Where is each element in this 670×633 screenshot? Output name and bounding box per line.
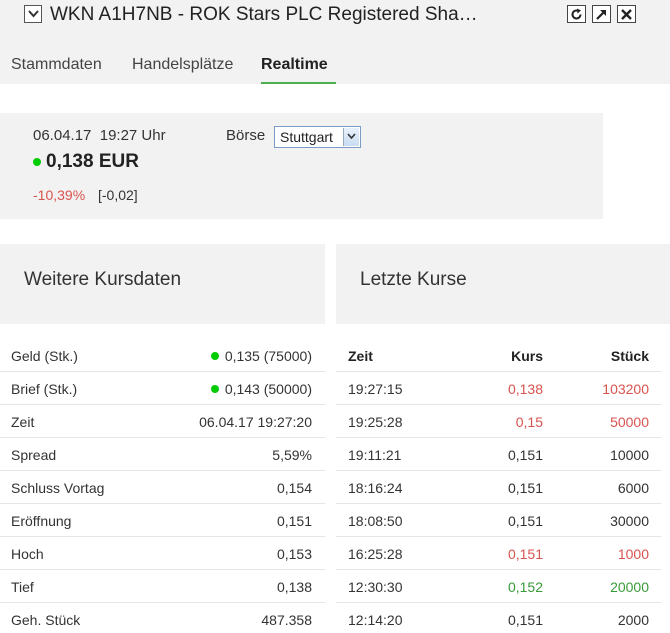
cell-zeit: 19:25:28 — [348, 414, 403, 430]
collapse-button[interactable] — [24, 5, 42, 23]
letzte-kurse-panel-header: Letzte Kurse — [336, 244, 670, 324]
tab-realtime[interactable]: Realtime — [261, 56, 328, 74]
kursdaten-value: 0,151 — [276, 513, 312, 529]
chevron-down-icon — [347, 133, 356, 139]
select-arrow[interactable] — [343, 128, 359, 146]
cell-kurs: 0,151 — [507, 612, 543, 628]
table-row: 18:16:24 0,151 6000 — [336, 471, 661, 504]
kursdaten-label: Brief (Stk.) — [11, 381, 78, 397]
cell-zeit: 16:25:28 — [348, 546, 403, 562]
quote-price: 0,138 EUR — [46, 151, 139, 172]
status-dot — [210, 385, 219, 393]
cell-kurs: 0,151 — [507, 480, 543, 496]
kursdaten-label: Zeit — [11, 414, 35, 430]
kursdaten-value: 0,135 (75000) — [210, 348, 312, 364]
popout-icon — [596, 10, 606, 20]
cell-stueck: 1000 — [617, 546, 649, 562]
cell-stueck: 50000 — [610, 414, 649, 430]
quote-change-absolute: [-0,02] — [98, 187, 138, 203]
kursdaten-value: 487.358 — [261, 612, 312, 628]
column-header-stueck: Stück — [610, 348, 649, 364]
status-dot — [210, 352, 219, 360]
cell-zeit: 12:14:20 — [348, 612, 403, 628]
column-header-kurs: Kurs — [511, 348, 543, 364]
cell-stueck: 2000 — [617, 612, 649, 628]
cell-kurs: 0,152 — [507, 579, 543, 595]
column-header-zeit: Zeit — [348, 348, 373, 364]
kursdaten-value: 06.04.17 19:27:20 — [199, 414, 312, 430]
kursdaten-title: Weitere Kursdaten — [24, 269, 182, 290]
tab-handelsplaetze[interactable]: Handelsplätze — [132, 56, 233, 74]
kursdaten-label: Tief — [11, 579, 34, 595]
cell-stueck: 20000 — [610, 579, 649, 595]
cell-kurs: 0,151 — [507, 513, 543, 529]
kursdaten-panel-header: Weitere Kursdaten — [0, 244, 325, 324]
quote-datetime: 06.04.17 19:27 Uhr — [33, 127, 166, 144]
kursdaten-row: Tief 0,138 — [0, 570, 325, 603]
kursdaten-label: Geld (Stk.) — [11, 348, 78, 364]
table-row: 16:25:28 0,151 1000 — [336, 537, 661, 570]
tab-stammdaten[interactable]: Stammdaten — [11, 56, 102, 74]
cell-stueck: 103200 — [602, 381, 649, 397]
kursdaten-value: 0,153 — [276, 546, 312, 562]
kursdaten-row: Geh. Stück 487.358 — [0, 603, 325, 633]
kursdaten-label: Schluss Vortag — [11, 480, 105, 496]
refresh-icon — [571, 8, 582, 20]
kursdaten-label: Eröffnung — [11, 513, 72, 529]
kursdaten-value: 0,154 — [276, 480, 312, 496]
letzte-kurse-header-row: Zeit Kurs Stück — [336, 339, 661, 372]
exchange-selected-value: Stuttgart — [280, 129, 333, 145]
table-row: 19:11:21 0,151 10000 — [336, 438, 661, 471]
kursdaten-value: 0,138 — [276, 579, 312, 595]
kursdaten-label: Geh. Stück — [11, 612, 81, 628]
kursdaten-label: Spread — [11, 447, 57, 463]
cell-stueck: 6000 — [617, 480, 649, 496]
kursdaten-value: 5,59% — [272, 447, 312, 463]
cell-stueck: 30000 — [610, 513, 649, 529]
cell-zeit: 18:16:24 — [348, 480, 403, 496]
window-title: WKN A1H7NB - ROK Stars PLC Registered Sh… — [50, 4, 478, 25]
kursdaten-label: Hoch — [11, 546, 44, 562]
popout-button[interactable] — [592, 5, 611, 23]
kursdaten-row: Spread 5,59% — [0, 438, 325, 471]
letzte-kurse-title: Letzte Kurse — [360, 269, 467, 290]
kursdaten-row: Geld (Stk.) 0,135 (75000) — [0, 339, 325, 372]
kursdaten-row: Hoch 0,153 — [0, 537, 325, 570]
table-row: 12:14:20 0,151 2000 — [336, 603, 661, 633]
exchange-select[interactable]: Stuttgart — [274, 126, 361, 148]
quote-change-percent: -10,39% — [33, 187, 86, 203]
chevron-down-icon — [28, 10, 39, 18]
cell-zeit: 19:11:21 — [348, 447, 402, 463]
status-dot — [33, 158, 41, 166]
kursdaten-row: Zeit 06.04.17 19:27:20 — [0, 405, 325, 438]
refresh-button[interactable] — [567, 5, 586, 23]
cell-zeit: 12:30:30 — [348, 579, 403, 595]
table-row: 19:25:28 0,15 50000 — [336, 405, 661, 438]
close-icon — [621, 9, 632, 20]
table-row: 18:08:50 0,151 30000 — [336, 504, 661, 537]
cell-kurs: 0,138 — [507, 381, 543, 397]
tab-bar: Stammdaten Handelsplätze Realtime — [0, 32, 670, 84]
kursdaten-row: Schluss Vortag 0,154 — [0, 471, 325, 504]
cell-zeit: 19:27:15 — [348, 381, 403, 397]
cell-zeit: 18:08:50 — [348, 513, 403, 529]
cell-kurs: 0,151 — [507, 546, 543, 562]
quote-box: 06.04.17 19:27 Uhr 0,138 EUR -10,39% [-0… — [0, 113, 603, 219]
table-row: 19:27:15 0,138 103200 — [336, 372, 661, 405]
kursdaten-row: Eröffnung 0,151 — [0, 504, 325, 537]
kursdaten-value: 0,143 (50000) — [210, 381, 312, 397]
table-row: 12:30:30 0,152 20000 — [336, 570, 661, 603]
cell-kurs: 0,151 — [507, 447, 543, 463]
exchange-label: Börse — [226, 127, 266, 144]
kursdaten-row: Brief (Stk.) 0,143 (50000) — [0, 372, 325, 405]
cell-kurs: 0,15 — [515, 414, 543, 430]
close-button[interactable] — [617, 5, 636, 23]
active-tab-indicator — [261, 82, 336, 84]
window-titlebar: WKN A1H7NB - ROK Stars PLC Registered Sh… — [0, 0, 670, 32]
cell-stueck: 10000 — [610, 447, 649, 463]
